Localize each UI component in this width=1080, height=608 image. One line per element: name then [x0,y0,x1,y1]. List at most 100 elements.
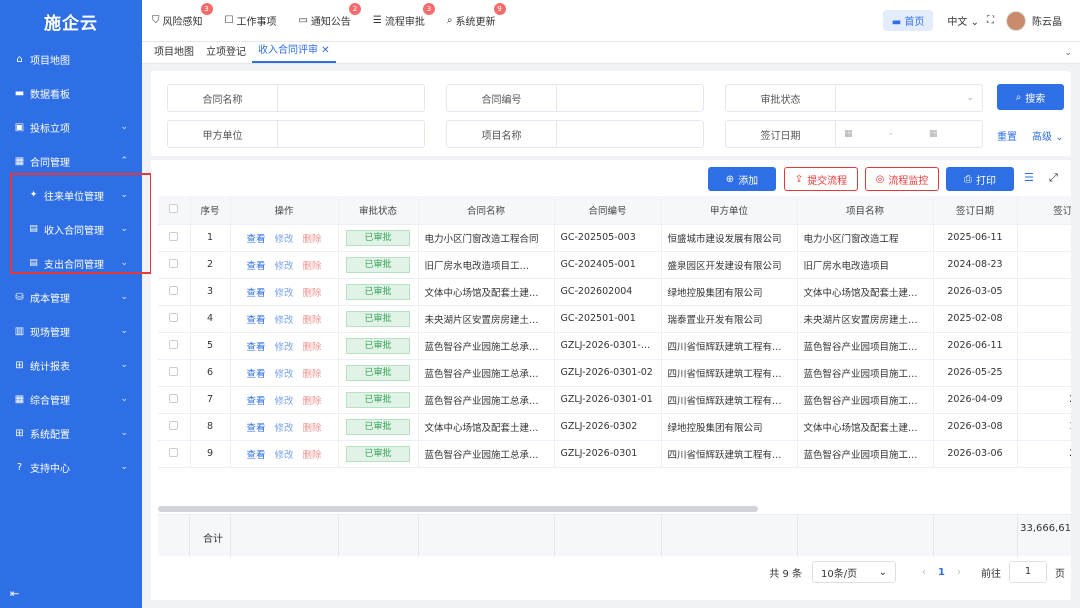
view-link[interactable]: 查看 [246,288,265,299]
topnav-tasks[interactable]: ☐ 工作事项 [225,13,277,28]
edit-link[interactable]: 修改 [274,261,293,272]
select-all-checkbox[interactable] [158,196,191,225]
row-checkbox[interactable] [158,386,191,414]
table-row[interactable]: 4 查看 修改 删除 已审批 未央湖片区安置房房建土… GC-202501-001 瑞泰置业开… [158,305,1071,333]
edit-link[interactable]: 修改 [274,342,293,353]
approval-status-select[interactable]: 审批状态 ⌄ [725,84,983,112]
edit-link[interactable]: 修改 [274,288,293,299]
table-row[interactable]: 2 查看 修改 删除 已审批 旧厂房水电改造项目工… GC-202405-001 盛泉园区开发… [158,251,1071,279]
col-header-sign-date[interactable]: 签订日期 [933,196,1018,225]
avatar[interactable] [1006,10,1026,31]
user-name[interactable]: 陈云晶 [1032,13,1062,28]
prev-page-icon[interactable]: ‹ [922,567,926,578]
view-link[interactable]: 查看 [246,423,265,434]
view-link[interactable]: 查看 [246,369,265,380]
edit-link[interactable]: 修改 [274,234,293,245]
sidebar-item-contract[interactable]: ▦ 合同管理 ⌃ [0,144,142,178]
process-monitor-button[interactable]: ◎ 流程监控 [865,167,939,191]
topnav-updates[interactable]: ⌕ 系统更新 9 [447,3,506,28]
row-checkbox[interactable] [158,224,191,252]
table-row[interactable]: 6 查看 修改 删除 已审批 蓝色智谷产业园施工总承… GZLJ-2026-0301-02 四… [158,359,1071,387]
view-link[interactable]: 查看 [246,234,265,245]
edit-link[interactable]: 修改 [274,396,293,407]
add-button[interactable]: ⊕ 添加 [708,167,776,191]
view-link[interactable]: 查看 [246,261,265,272]
fullscreen-icon[interactable]: ⤢ [1049,171,1058,185]
print-button[interactable]: ⎙ 打印 [946,167,1014,191]
close-icon[interactable]: ✕ [321,45,329,56]
edit-link[interactable]: 修改 [274,450,293,461]
app-logo[interactable]: 施企云 [0,0,142,42]
view-link[interactable]: 查看 [246,396,265,407]
next-page-icon[interactable]: › [957,567,961,578]
table-row[interactable]: 7 查看 修改 删除 已审批 蓝色智谷产业园施工总承… GZLJ-2026-0301-01 四… [158,386,1071,414]
table-row[interactable]: 3 查看 修改 删除 已审批 文体中心场馆及配套土建… GC-202602004 绿地控股集团… [158,278,1071,306]
advanced-toggle[interactable]: 高级 ⌄ [1032,128,1064,143]
collapse-icon[interactable]: ⇤ [10,587,19,600]
delete-link[interactable]: 删除 [303,315,322,326]
submit-process-button[interactable]: ⇪ 提交流程 [784,167,858,191]
horizontal-scrollbar[interactable] [158,506,758,512]
goto-page-input[interactable]: 1 [1009,561,1047,583]
row-checkbox[interactable] [158,305,191,333]
row-checkbox[interactable] [158,359,191,387]
language-select[interactable]: 中文 ⌄ [947,13,979,28]
sidebar-item-site[interactable]: ▥ 现场管理 ⌄ [0,314,142,348]
sidebar-subitem-partners[interactable]: ✦ 往来单位管理 ⌄ [0,178,142,212]
row-checkbox[interactable] [158,332,191,360]
row-checkbox[interactable] [158,440,191,468]
delete-link[interactable]: 删除 [303,396,322,407]
table-row[interactable]: 8 查看 修改 删除 已审批 文体中心场馆及配套土建… GZLJ-2026-0302 绿地控股… [158,413,1071,441]
sidebar-item-reports[interactable]: ⊞ 统计报表 ⌄ [0,348,142,382]
table-row[interactable]: 5 查看 修改 删除 已审批 蓝色智谷产业园施工总承… GZLJ-2026-0301-003… [158,332,1071,360]
delete-link[interactable]: 删除 [303,261,322,272]
fullscreen-icon[interactable]: ⛶ [987,15,994,26]
party-a-field[interactable]: 甲方单位 [167,120,425,148]
reset-button[interactable]: 重置 [997,128,1017,143]
tab-project-registration[interactable]: 立项登记 [200,43,252,63]
sidebar-subitem-expense-contract[interactable]: ▤ 支出合同管理 ⌄ [0,246,142,280]
sidebar-item-support[interactable]: ? 支持中心 ⌄ [0,450,142,484]
topnav-approval[interactable]: ☰ 流程审批 3 [373,3,435,28]
topnav-risk[interactable]: ⛉ 风险感知 3 [152,3,213,28]
col-header-contract-no[interactable]: 合同编号 [554,196,662,225]
delete-link[interactable]: 删除 [303,369,322,380]
delete-link[interactable]: 删除 [303,423,322,434]
sidebar-item-bidding[interactable]: ▣ 投标立项 ⌄ [0,110,142,144]
col-header-amount[interactable]: 签订金 [1017,196,1071,225]
sidebar-item-general[interactable]: ▦ 综合管理 ⌄ [0,382,142,416]
delete-link[interactable]: 删除 [303,288,322,299]
table-row[interactable]: 9 查看 修改 删除 已审批 蓝色智谷产业园施工总承… GZLJ-2026-0301 四川省恒… [158,440,1071,468]
home-button[interactable]: ▬ 首页 [882,10,934,31]
delete-link[interactable]: 删除 [303,450,322,461]
edit-link[interactable]: 修改 [274,369,293,380]
column-settings-icon[interactable]: ☰ [1024,171,1034,184]
sidebar-item-project-map[interactable]: ⌂ 项目地图 [0,42,142,76]
search-button[interactable]: ⌕ 搜索 [997,84,1064,110]
current-page[interactable]: 1 [938,567,945,578]
contract-no-field[interactable]: 合同编号 [446,84,704,112]
sidebar-item-cost[interactable]: ⛁ 成本管理 ⌄ [0,280,142,314]
delete-link[interactable]: 删除 [303,234,322,245]
sidebar-item-dashboard[interactable]: ▬ 数据看板 [0,76,142,110]
col-header-contract-name[interactable]: 合同名称 [418,196,555,225]
row-checkbox[interactable] [158,278,191,306]
table-row[interactable]: 1 查看 修改 删除 已审批 电力小区门窗改造工程合同 GC-202505-003 恒盛城市建… [158,224,1071,252]
view-link[interactable]: 查看 [246,450,265,461]
view-link[interactable]: 查看 [246,342,265,353]
tab-project-map[interactable]: 项目地图 [148,43,200,63]
page-size-select[interactable]: 10条/页 ⌄ [812,561,897,583]
topnav-notices[interactable]: ▭ 通知公告 2 [298,3,361,28]
view-link[interactable]: 查看 [246,315,265,326]
col-header-party-a[interactable]: 甲方单位 [661,196,798,225]
row-checkbox[interactable] [158,251,191,279]
chevron-down-icon[interactable]: ⌄ [1064,48,1072,63]
col-header-project-name[interactable]: 项目名称 [797,196,934,225]
edit-link[interactable]: 修改 [274,423,293,434]
sign-date-range[interactable]: 签订日期 ▦ - ▦ [725,120,983,148]
sidebar-subitem-income-contract[interactable]: ▤ 收入合同管理 ⌄ [0,212,142,246]
tab-income-contract-review[interactable]: 收入合同评审 ✕ [252,41,336,63]
row-checkbox[interactable] [158,413,191,441]
project-name-field[interactable]: 项目名称 [446,120,704,148]
contract-name-field[interactable]: 合同名称 [167,84,425,112]
